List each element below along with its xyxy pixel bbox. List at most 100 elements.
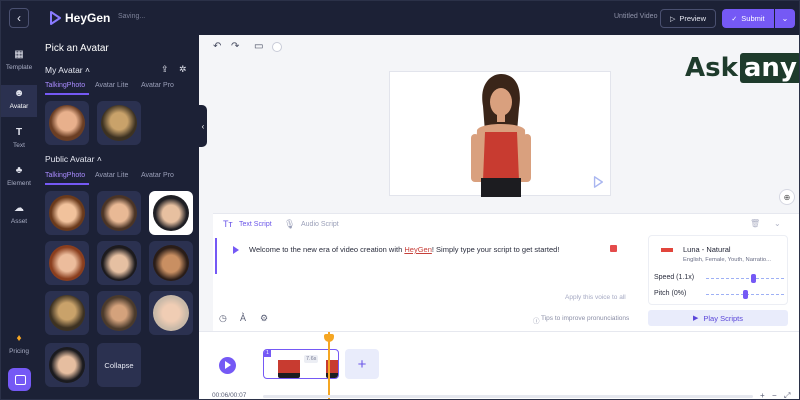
- panel-title: Pick an Avatar: [45, 43, 109, 54]
- watermark-part1: Ask: [685, 53, 738, 83]
- project-title[interactable]: Untitled Video: [614, 13, 657, 20]
- avatar-thumbnail[interactable]: [45, 291, 89, 335]
- add-scene-button[interactable]: +: [345, 349, 379, 379]
- public-avatar-section[interactable]: Public Avatar ˄: [45, 154, 102, 164]
- script-text[interactable]: Welcome to the new era of video creation…: [249, 245, 559, 254]
- pronunciation-tips-link[interactable]: Tips to improve pronunciations: [541, 315, 629, 322]
- save-status: Saving...: [118, 13, 146, 20]
- chevron-down-icon[interactable]: ⌄: [774, 219, 781, 228]
- settings-icon[interactable]: ✲: [179, 64, 187, 75]
- speed-slider[interactable]: [706, 278, 784, 279]
- avatar-thumbnail[interactable]: [149, 291, 193, 335]
- plus-icon: +: [357, 355, 367, 373]
- section-title: Public Avatar: [45, 154, 95, 164]
- background-color-picker[interactable]: [272, 42, 282, 52]
- upload-icon[interactable]: ⇪: [161, 64, 169, 75]
- rail-item-avatar[interactable]: ☻ Avatar: [1, 85, 37, 117]
- zoom-in-icon[interactable]: +: [760, 391, 765, 399]
- play-scripts-button[interactable]: ▶ Play Scripts: [648, 310, 788, 326]
- play-scripts-label: Play Scripts: [703, 313, 743, 323]
- tab-avatar-pro[interactable]: Avatar Pro: [141, 172, 174, 179]
- submit-options-button[interactable]: ⌄: [775, 9, 795, 28]
- preview-button[interactable]: ▷ Preview: [660, 9, 716, 28]
- zoom-out-icon[interactable]: −: [772, 391, 777, 399]
- avatar-thumbnail[interactable]: [97, 101, 141, 145]
- avatar-panel: Pick an Avatar My Avatar ˄ ⇪ ✲ TalkingPh…: [37, 35, 199, 399]
- collapse-button[interactable]: Collapse: [97, 343, 141, 387]
- script-line[interactable]: [215, 238, 635, 274]
- submit-button[interactable]: ✓ Submit: [722, 9, 774, 28]
- zoom-button[interactable]: ⊕: [779, 189, 795, 205]
- speed-label: Speed (1.1x): [654, 274, 695, 281]
- rail-item-pricing[interactable]: ♦ Pricing: [1, 333, 37, 363]
- aspect-ratio-icon[interactable]: ▭: [254, 41, 263, 52]
- trash-icon[interactable]: 🗑: [750, 219, 760, 228]
- script-text-part: Welcome to the new era of video creation…: [249, 245, 405, 254]
- rail-item-asset[interactable]: ☁ Asset: [1, 203, 37, 233]
- avatar-thumbnail[interactable]: [45, 101, 89, 145]
- redo-icon[interactable]: ↷: [231, 41, 239, 52]
- voice-card[interactable]: Luna - Natural English, Female, Youth, N…: [648, 235, 788, 305]
- apply-voice-link[interactable]: Apply this voice to all: [565, 294, 626, 301]
- asset-icon: ☁: [14, 203, 24, 214]
- pitch-slider-handle[interactable]: [743, 290, 748, 299]
- avatar-thumbnail[interactable]: [97, 191, 141, 235]
- avatar-thumbnail[interactable]: [45, 343, 89, 387]
- app-window: ‹ HeyGen Saving... Untitled Video ▷ Prev…: [0, 0, 800, 400]
- avatar-thumbnail[interactable]: [45, 191, 89, 235]
- rail-label: Element: [7, 180, 31, 187]
- clock-icon[interactable]: ◷: [219, 313, 227, 324]
- avatar-thumbnail[interactable]: [45, 241, 89, 285]
- video-canvas[interactable]: [389, 71, 611, 197]
- panel-collapse-toggle[interactable]: ‹: [199, 105, 207, 147]
- tab-talkingphoto[interactable]: TalkingPhoto: [45, 82, 85, 89]
- undo-icon[interactable]: ↶: [213, 41, 221, 52]
- timeline-scrollbar[interactable]: [263, 395, 753, 398]
- brand-name: HeyGen: [65, 11, 111, 25]
- tab-talkingphoto[interactable]: TalkingPhoto: [45, 172, 85, 179]
- tab-underline: [45, 183, 89, 185]
- rail-item-template[interactable]: ▦ Template: [1, 49, 37, 79]
- tab-text-script[interactable]: Text Script: [239, 221, 272, 228]
- playhead-handle[interactable]: [324, 334, 334, 342]
- avatar-thumbnail[interactable]: [149, 191, 193, 235]
- avatar-icon: ☻: [13, 88, 25, 99]
- avatar-thumbnail[interactable]: [97, 241, 141, 285]
- microphone-icon: 🎙: [284, 219, 296, 229]
- chevron-up-icon: ˄: [96, 154, 102, 164]
- askany-watermark: Ask any: [685, 53, 799, 83]
- play-icon: ▶: [693, 315, 699, 322]
- rail-item-text[interactable]: T Text: [1, 127, 37, 157]
- voice-name: Luna - Natural: [683, 245, 731, 254]
- avatar-thumbnail[interactable]: [149, 241, 193, 285]
- play-outline-icon: ▷: [669, 15, 676, 23]
- section-title: My Avatar: [45, 65, 83, 75]
- tab-avatar-lite[interactable]: Avatar Lite: [95, 172, 128, 179]
- playhead[interactable]: [328, 332, 330, 399]
- my-avatar-section[interactable]: My Avatar ˄: [45, 65, 90, 75]
- stop-icon[interactable]: [610, 245, 617, 252]
- chevron-left-icon: ‹: [17, 11, 21, 25]
- translate-icon[interactable]: A͛: [240, 313, 246, 323]
- avatar-thumbnail[interactable]: [97, 291, 141, 335]
- check-icon: ✓: [731, 15, 738, 23]
- tab-avatar-lite[interactable]: Avatar Lite: [95, 82, 128, 89]
- zoom-in-icon: ⊕: [783, 192, 791, 202]
- timeline-play-button[interactable]: [219, 357, 236, 374]
- back-button[interactable]: ‹: [9, 8, 29, 28]
- fit-icon[interactable]: ⤢: [784, 391, 790, 399]
- left-rail: ▦ Template ☻ Avatar T Text ♣ Element ☁ A…: [1, 35, 37, 399]
- heygen-watermark-icon: [593, 176, 603, 188]
- timeline: 1 7.6s + 00:06/00:07 + − ⤢: [199, 331, 799, 399]
- tab-avatar-pro[interactable]: Avatar Pro: [141, 82, 174, 89]
- text-icon: T: [15, 127, 23, 138]
- play-line-icon[interactable]: [233, 246, 239, 254]
- chat-support-button[interactable]: [8, 368, 31, 391]
- script-text-part: ! Simply type your script to get started…: [431, 245, 560, 254]
- speed-slider-handle[interactable]: [750, 274, 756, 283]
- tab-audio-script[interactable]: Audio Script: [301, 221, 339, 228]
- chevron-left-icon: ‹: [201, 121, 205, 131]
- gear-icon[interactable]: ⚙: [260, 313, 268, 324]
- rail-item-element[interactable]: ♣ Element: [1, 165, 37, 195]
- voice-description: English, Female, Youth, Narratio...: [683, 257, 771, 263]
